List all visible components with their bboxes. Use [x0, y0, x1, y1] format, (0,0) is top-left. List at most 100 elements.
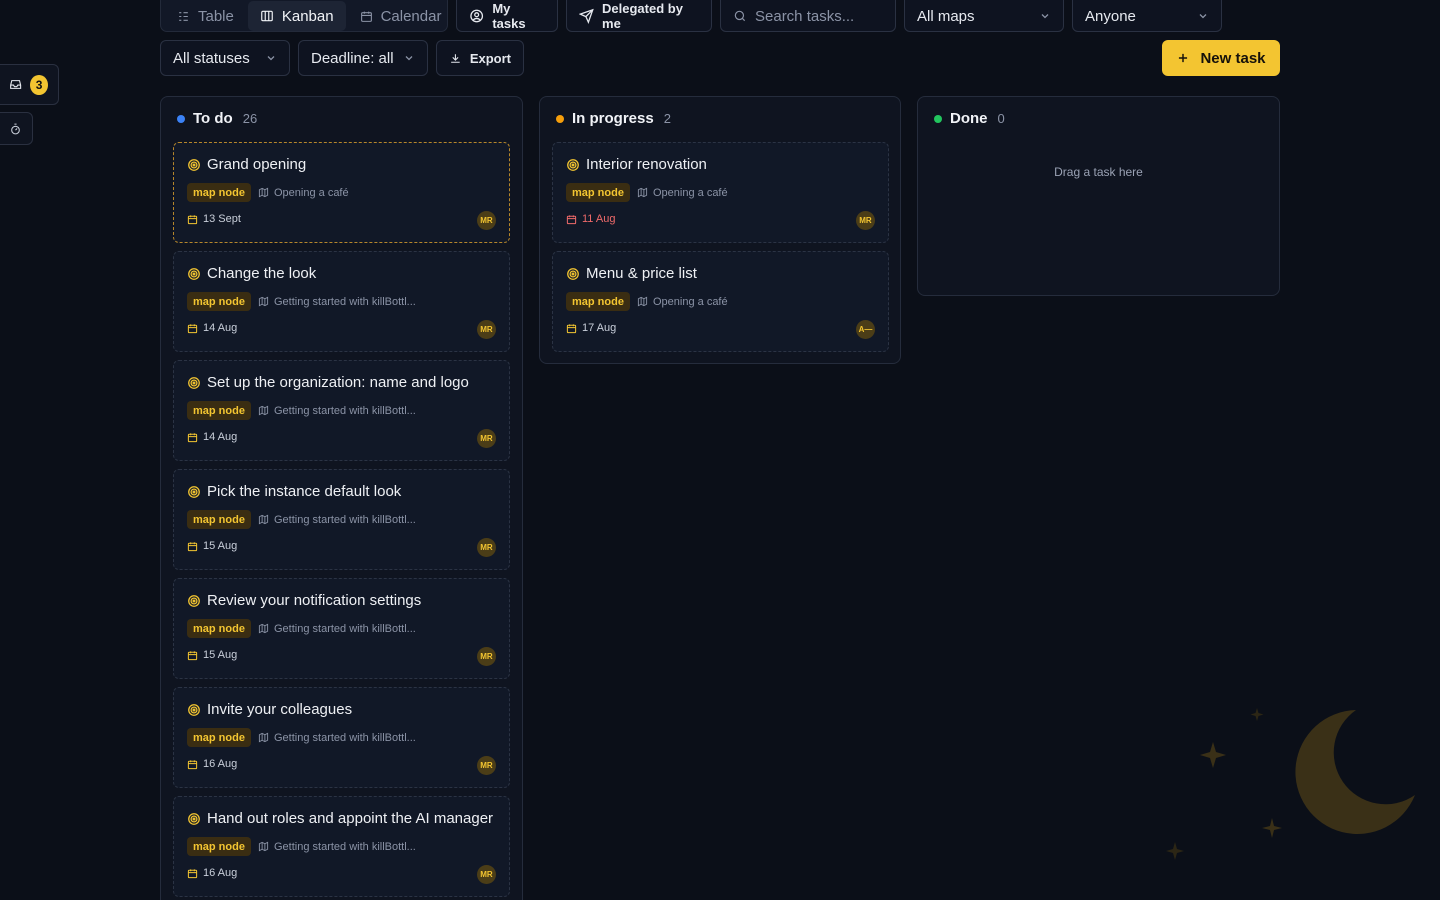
assignee-avatar[interactable]: MR	[477, 756, 496, 775]
assignee-avatar[interactable]: MR	[477, 320, 496, 339]
maps-filter-select[interactable]: All maps	[904, 0, 1064, 32]
column-title: To do	[193, 110, 233, 127]
task-card[interactable]: Menu & price list map node Opening a caf…	[552, 251, 889, 352]
task-due-text: 14 Aug	[203, 322, 238, 334]
map-icon	[637, 296, 648, 307]
map-icon	[258, 296, 269, 307]
task-due-text: 17 Aug	[582, 322, 617, 334]
task-card[interactable]: Invite your colleagues map node Getting …	[173, 687, 510, 788]
status-filter-select[interactable]: All statuses	[160, 40, 290, 76]
task-map-link[interactable]: Getting started with killBottl...	[258, 728, 416, 747]
task-map-link[interactable]: Opening a café	[258, 183, 349, 202]
task-due-text: 15 Aug	[203, 540, 238, 552]
assignee-avatar[interactable]: MR	[477, 538, 496, 557]
map-icon	[258, 732, 269, 743]
assignee-filter-select[interactable]: Anyone	[1072, 0, 1222, 32]
status-dot	[177, 114, 185, 123]
column-done: Done 0 Drag a task here	[917, 96, 1280, 296]
column-in-progress: In progress 2 Interior renovation map no…	[539, 96, 901, 364]
target-icon	[188, 158, 200, 171]
task-title-row: Set up the organization: name and logo	[187, 374, 469, 391]
download-icon	[451, 53, 460, 63]
tab-table[interactable]: Table	[165, 1, 246, 31]
task-tag: map node	[566, 183, 630, 202]
tab-kanban[interactable]: Kanban	[247, 1, 346, 31]
target-icon	[188, 267, 200, 280]
task-card[interactable]: Change the look map node Getting started…	[173, 251, 510, 352]
export-label: Export	[469, 50, 511, 66]
calendar-icon	[187, 759, 198, 769]
task-title: Menu & price list	[586, 265, 697, 282]
inbox-count-badge: 3	[30, 74, 48, 95]
task-due-text: 16 Aug	[203, 758, 238, 770]
column-title: In progress	[572, 110, 654, 127]
calendar-icon	[187, 650, 198, 660]
calendar-icon	[360, 11, 372, 22]
task-title: Grand opening	[207, 156, 307, 173]
chevron-down-icon	[1041, 14, 1049, 19]
stopwatch-icon	[11, 123, 20, 134]
target-icon	[188, 594, 200, 607]
assignee-avatar[interactable]: MR	[477, 429, 496, 448]
task-map-name: Getting started with killBottl...	[274, 404, 416, 417]
task-map-link[interactable]: Opening a café	[637, 292, 728, 311]
task-map-name: Opening a café	[653, 186, 728, 199]
task-card[interactable]: Grand opening map node Opening a café 13…	[173, 142, 510, 243]
column-todo: To do 26 Grand opening map node Opening …	[160, 96, 523, 900]
table-icon	[179, 11, 188, 21]
assignee-avatar[interactable]: MR	[477, 211, 496, 230]
task-map-name: Getting started with killBottl...	[274, 840, 416, 853]
deadline-filter-select[interactable]: Deadline: all	[298, 40, 428, 76]
new-task-label: New task	[1200, 49, 1266, 67]
task-due-text: 11 Aug	[582, 213, 616, 225]
calendar-icon	[187, 541, 198, 551]
assignee-avatar[interactable]: MR	[856, 211, 875, 230]
task-map-name: Getting started with killBottl...	[274, 513, 416, 526]
inbox-button[interactable]: 3	[0, 64, 59, 105]
deadline-filter-value: Deadline: all	[311, 49, 394, 67]
timer-button[interactable]	[0, 112, 33, 145]
assignee-avatar[interactable]: MR	[477, 647, 496, 666]
task-card[interactable]: Interior renovation map node Opening a c…	[552, 142, 889, 243]
task-due-text: 15 Aug	[203, 649, 238, 661]
task-map-link[interactable]: Getting started with killBottl...	[258, 401, 416, 420]
task-tag: map node	[187, 183, 251, 202]
task-title-row: Review your notification settings	[187, 592, 421, 609]
task-map-link[interactable]: Getting started with killBottl...	[258, 619, 416, 638]
assignee-avatar[interactable]: A—	[856, 320, 875, 339]
export-button[interactable]: Export	[436, 40, 524, 76]
task-map-link[interactable]: Getting started with killBottl...	[258, 292, 416, 311]
task-card[interactable]: Pick the instance default look map node …	[173, 469, 510, 570]
task-due-text: 14 Aug	[203, 431, 238, 443]
plus-icon	[1179, 53, 1188, 63]
delegated-button[interactable]: Delegated by me	[566, 0, 712, 32]
search-icon	[734, 10, 746, 22]
task-title-row: Menu & price list	[566, 265, 697, 282]
calendar-icon	[566, 214, 577, 224]
task-due-date: 17 Aug	[566, 322, 616, 334]
task-map-link[interactable]: Getting started with killBottl...	[258, 837, 416, 856]
task-due-date: 16 Aug	[187, 758, 237, 770]
task-map-name: Getting started with killBottl...	[274, 731, 416, 744]
target-icon	[188, 812, 200, 825]
new-task-button[interactable]: New task	[1162, 40, 1280, 76]
my-tasks-button[interactable]: My tasks	[456, 0, 558, 32]
task-due-date: 14 Aug	[187, 322, 237, 334]
task-card[interactable]: Set up the organization: name and logo m…	[173, 360, 510, 461]
tab-calendar[interactable]: Calendar	[348, 1, 454, 31]
assignee-filter-value: Anyone	[1085, 7, 1136, 25]
task-map-link[interactable]: Opening a café	[637, 183, 728, 202]
task-title: Interior renovation	[586, 156, 707, 173]
map-icon	[258, 841, 269, 852]
task-title: Set up the organization: name and logo	[207, 374, 469, 391]
my-tasks-label: My tasks	[492, 1, 526, 31]
task-card[interactable]: Review your notification settings map no…	[173, 578, 510, 679]
column-count: 26	[242, 111, 258, 126]
search-input[interactable]: Search tasks...	[720, 0, 896, 32]
task-tag: map node	[187, 510, 251, 529]
task-due-date: 11 Aug	[566, 213, 615, 225]
task-map-link[interactable]: Getting started with killBottl...	[258, 510, 416, 529]
assignee-avatar[interactable]: MR	[477, 865, 496, 884]
task-card[interactable]: Hand out roles and appoint the AI manage…	[173, 796, 510, 897]
tab-kanban-label: Kanban	[281, 7, 334, 25]
